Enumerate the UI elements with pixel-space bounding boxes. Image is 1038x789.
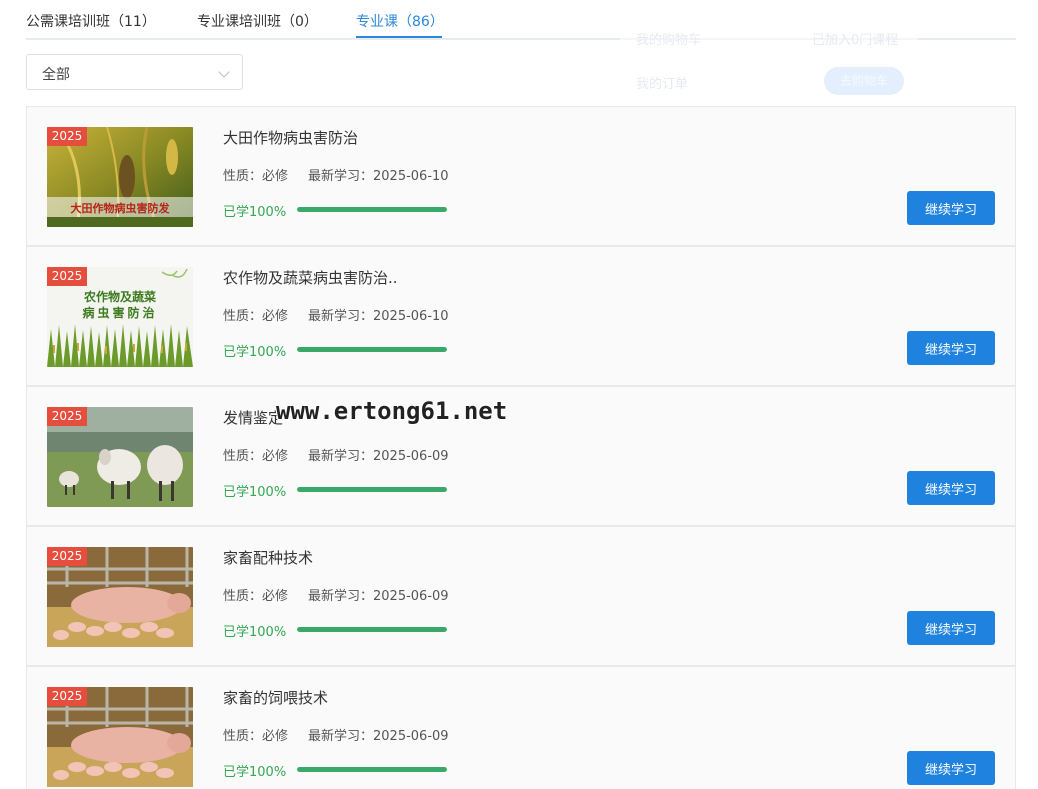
my-orders-link[interactable]: 我的订单 (636, 73, 688, 92)
progress-label: 已学100% (223, 205, 287, 220)
course-meta: 性质：必修 最新学习：2025-06-09 (223, 445, 449, 464)
chevron-down-icon (218, 66, 230, 78)
course-meta: 性质：必修 最新学习：2025-06-10 (223, 305, 449, 324)
continue-study-button[interactable]: 继续学习 (907, 331, 995, 365)
course-nature: 性质：必修 (223, 729, 289, 744)
course-thumbnail[interactable]: 2025 大田作物病虫害防发 (47, 127, 193, 227)
course-list: 2025 大田作物病虫害防发 大田作物病虫害防治 性质：必修最新学习：2025-… (26, 106, 1016, 789)
year-badge: 2025 (47, 407, 87, 426)
course-title[interactable]: 家畜的饲喂技术 (223, 687, 328, 708)
continue-study-button[interactable]: 继续学习 (907, 471, 995, 505)
year-badge: 2025 (47, 547, 87, 566)
watermark-text: www.ertong61.net (276, 397, 508, 425)
cart-count-text: 已加入0门课程 (812, 33, 899, 48)
progress-fill (297, 487, 447, 492)
course-meta: 性质：必修 最新学习：2025-06-09 (223, 725, 449, 744)
course-meta: 性质：必修 最新学习：2025-06-09 (223, 585, 449, 604)
progress-fill (297, 767, 447, 772)
course-title[interactable]: 家畜配种技术 (223, 547, 313, 568)
course-item: 2025 发情鉴定 性质：必修 最新学习：2025-06-09 已学100% 继续… (26, 386, 1016, 526)
year-badge: 2025 (47, 127, 87, 146)
thumbnail-caption-line: 病虫害防治 (82, 306, 158, 320)
progress-fill (297, 627, 447, 632)
category-select[interactable]: 全部 (26, 54, 243, 90)
course-nature: 性质：必修 (223, 309, 289, 324)
continue-study-button[interactable]: 继续学习 (907, 611, 995, 645)
progress-bar (297, 347, 447, 352)
continue-study-button[interactable]: 继续学习 (907, 751, 995, 785)
course-latest-study: 最新学习：2025-06-09 (308, 589, 449, 604)
tab-public-courses[interactable]: 公需课培训班（11） (26, 11, 156, 31)
course-nature: 性质：必修 (223, 449, 289, 464)
progress-bar (297, 627, 447, 632)
tab-professional-courses[interactable]: 专业课（86） (356, 11, 444, 31)
continue-study-button[interactable]: 继续学习 (907, 191, 995, 225)
progress-bar (297, 207, 447, 212)
course-latest-study: 最新学习：2025-06-10 (308, 169, 449, 184)
progress-label: 已学100% (223, 345, 287, 360)
progress-label: 已学100% (223, 765, 287, 780)
progress-bar (297, 487, 447, 492)
course-thumbnail[interactable]: 2025 (47, 547, 193, 647)
active-tab-indicator (356, 36, 442, 38)
course-latest-study: 最新学习：2025-06-09 (308, 449, 449, 464)
year-badge: 2025 (47, 267, 87, 286)
course-latest-study: 最新学习：2025-06-10 (308, 309, 449, 324)
course-item: 2025 家畜配种技术 性质：必修 最新学习：2025-06-09 已学100% … (26, 526, 1016, 666)
course-title[interactable]: 农作物及蔬菜病虫害防治.. (223, 267, 398, 288)
course-meta: 性质：必修 最新学习：2025-06-10 (223, 165, 449, 184)
progress-fill (297, 207, 447, 212)
course-nature: 性质：必修 (223, 589, 289, 604)
progress-label: 已学100% (223, 485, 287, 500)
thumbnail-caption: 农作物及蔬菜 病虫害防治 (47, 289, 193, 321)
course-item: 2025 农作物及蔬菜 病虫害防治 农作物及蔬菜病虫害防治.. 性质：必修 最新学… (26, 246, 1016, 386)
progress-fill (297, 347, 447, 352)
thumbnail-caption: 大田作物病虫害防发 (70, 202, 170, 215)
thumbnail-caption-line: 农作物及蔬菜 (83, 290, 156, 304)
course-thumbnail[interactable]: 2025 农作物及蔬菜 病虫害防治 (47, 267, 193, 367)
course-thumbnail[interactable]: 2025 (47, 687, 193, 787)
course-latest-study: 最新学习：2025-06-09 (308, 729, 449, 744)
cart-panel: 我的购物车 已加入0门课程 我的订单 去购物车 (620, 8, 918, 112)
course-title[interactable]: 发情鉴定 (223, 407, 283, 428)
progress-label: 已学100% (223, 625, 287, 640)
my-cart-link[interactable]: 我的购物车 (636, 29, 701, 48)
course-title[interactable]: 大田作物病虫害防治 (223, 127, 358, 148)
course-item: 2025 大田作物病虫害防发 大田作物病虫害防治 性质：必修 最新学习：2025-… (26, 106, 1016, 246)
select-value: 全部 (42, 67, 70, 83)
course-thumbnail[interactable]: 2025 (47, 407, 193, 507)
progress-bar (297, 767, 447, 772)
course-item: 2025 家畜的饲喂技术 性质：必修 最新学习：2025-06-09 已学100%… (26, 666, 1016, 789)
year-badge: 2025 (47, 687, 87, 706)
go-to-cart-button[interactable]: 去购物车 (824, 67, 904, 95)
tab-professional-classes[interactable]: 专业课培训班（0） (197, 11, 318, 31)
course-nature: 性质：必修 (223, 169, 289, 184)
